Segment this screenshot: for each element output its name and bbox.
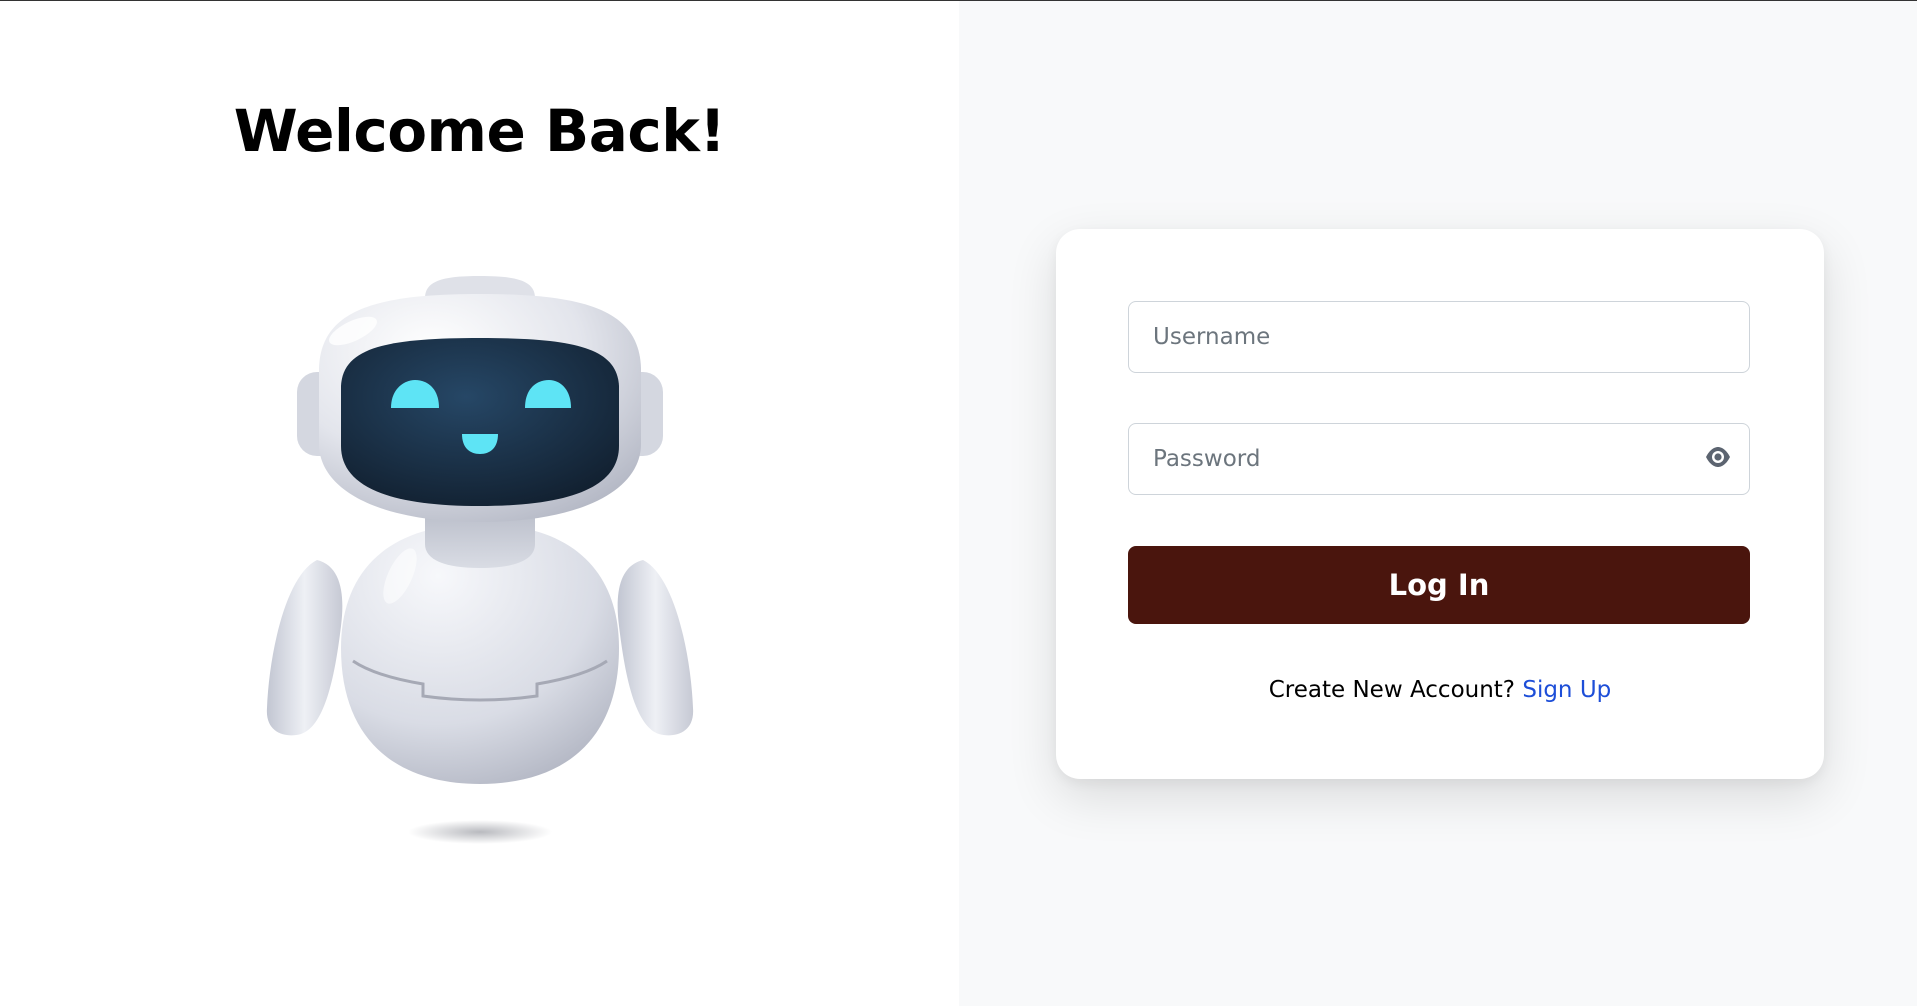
password-input[interactable] bbox=[1129, 424, 1749, 494]
username-input[interactable] bbox=[1129, 302, 1749, 372]
signup-prompt: Create New Account? bbox=[1268, 677, 1516, 703]
robot-illustration bbox=[266, 276, 694, 844]
right-arm bbox=[617, 560, 694, 736]
login-button[interactable]: Log In bbox=[1128, 546, 1750, 624]
robot-visor bbox=[341, 338, 619, 506]
signup-link[interactable]: Sign Up bbox=[1522, 677, 1611, 703]
eye-icon[interactable] bbox=[1703, 442, 1733, 472]
login-card: Log In Create New Account? Sign Up bbox=[1056, 229, 1824, 779]
welcome-heading: Welcome Back! bbox=[233, 97, 726, 165]
left-arm bbox=[266, 560, 343, 736]
username-field bbox=[1128, 301, 1750, 373]
signup-row: Create New Account? Sign Up bbox=[1056, 677, 1824, 703]
welcome-panel: Welcome Back! bbox=[0, 1, 959, 1006]
ground-shadow bbox=[408, 820, 552, 844]
password-field bbox=[1128, 423, 1750, 495]
